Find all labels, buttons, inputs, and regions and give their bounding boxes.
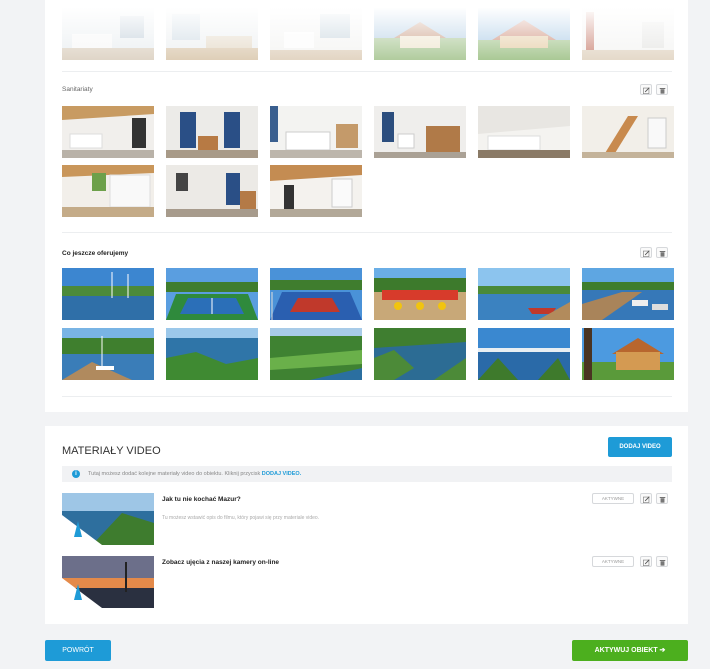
gallery-photo[interactable]	[374, 8, 466, 60]
add-video-link[interactable]: DODAJ VIDEO.	[262, 471, 301, 477]
gallery-photo[interactable]	[270, 8, 362, 60]
bathroom-photo[interactable]	[62, 106, 154, 158]
bathroom-photo[interactable]	[270, 165, 362, 217]
offer-photo[interactable]	[478, 268, 570, 320]
offer-photo[interactable]	[374, 328, 466, 380]
offer-photo[interactable]	[166, 268, 258, 320]
video-status-button[interactable]: AKTYWNE	[592, 493, 634, 504]
video-title: Jak tu nie kochać Mazur?	[162, 496, 241, 503]
offer-photo[interactable]	[582, 268, 674, 320]
gallery-photo[interactable]	[166, 8, 258, 60]
bathroom-photo[interactable]	[62, 165, 154, 217]
bathroom-photo[interactable]	[166, 165, 258, 217]
info-message: i Tutaj możesz dodać kolejne materiały v…	[62, 466, 672, 482]
info-text: Tutaj możesz dodać kolejne materiały vid…	[88, 471, 261, 477]
pencil-square-icon	[643, 86, 650, 94]
offer-photo[interactable]	[478, 328, 570, 380]
offer-photo[interactable]	[270, 328, 362, 380]
divider	[62, 71, 672, 72]
delete-video-button[interactable]	[656, 556, 668, 567]
video-title: Zobacz ujęcia z naszej kamery on-line	[162, 559, 280, 566]
pencil-square-icon	[643, 249, 650, 257]
offer-photo[interactable]	[582, 328, 674, 380]
video-description: Tu możesz wstawić opis do filmu, który p…	[162, 515, 320, 521]
bathroom-photo[interactable]	[478, 106, 570, 158]
bathroom-photo[interactable]	[374, 106, 466, 158]
offer-photo[interactable]	[374, 268, 466, 320]
section-title-extras: Co jeszcze oferujemy	[62, 250, 129, 257]
add-video-button[interactable]: DODAJ VIDEO	[608, 437, 672, 457]
video-thumbnail[interactable]	[62, 556, 154, 608]
gallery-photo[interactable]	[582, 8, 674, 60]
trash-icon	[659, 496, 666, 503]
edit-video-button[interactable]	[640, 556, 652, 567]
offer-photo[interactable]	[270, 268, 362, 320]
video-materials-panel: MATERIAŁY VIDEO DODAJ VIDEO i Tutaj może…	[45, 426, 688, 624]
trash-icon	[659, 87, 666, 94]
pencil-square-icon	[643, 558, 650, 566]
video-status-button[interactable]: AKTYWNE	[592, 556, 634, 567]
gallery-photo[interactable]	[62, 8, 154, 60]
delete-section-button[interactable]	[656, 247, 668, 258]
divider	[62, 396, 672, 397]
gallery-panel: Sanitariaty Co jeszcze oferujemy	[45, 0, 688, 412]
offer-photo[interactable]	[62, 328, 154, 380]
video-item: Zobacz ujęcia z naszej kamery on-line AK…	[62, 556, 672, 612]
video-thumbnail[interactable]	[62, 493, 154, 545]
bathroom-photo[interactable]	[270, 106, 362, 158]
offer-photo[interactable]	[62, 268, 154, 320]
bathroom-photo[interactable]	[166, 106, 258, 158]
divider	[62, 232, 672, 233]
gallery-photo[interactable]	[478, 8, 570, 60]
trash-icon	[659, 559, 666, 566]
video-item: Jak tu nie kochać Mazur? Tu możesz wstaw…	[62, 493, 672, 549]
delete-section-button[interactable]	[656, 84, 668, 95]
section-title-sanitariaty: Sanitariaty	[62, 86, 93, 93]
back-button[interactable]: POWRÓT	[45, 640, 111, 661]
video-section-title: MATERIAŁY VIDEO	[62, 445, 161, 457]
edit-video-button[interactable]	[640, 493, 652, 504]
activate-object-button[interactable]: AKTYWUJ OBIEKT ➔	[572, 640, 688, 661]
delete-video-button[interactable]	[656, 493, 668, 504]
trash-icon	[659, 250, 666, 257]
offer-photo[interactable]	[166, 328, 258, 380]
edit-section-button[interactable]	[640, 84, 652, 95]
pencil-square-icon	[643, 495, 650, 503]
bathroom-photo[interactable]	[582, 106, 674, 158]
info-circle-icon: i	[72, 470, 80, 478]
edit-section-button[interactable]	[640, 247, 652, 258]
